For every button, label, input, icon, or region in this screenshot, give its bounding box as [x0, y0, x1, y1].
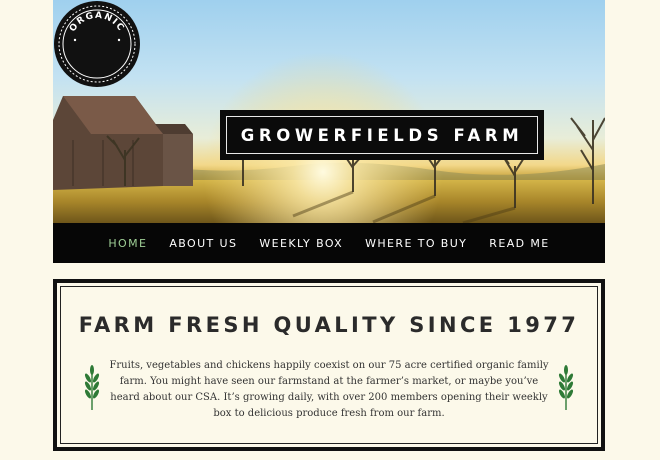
intro-section: FARM FRESH QUALITY SINCE 1977 Fruits, ve… [53, 279, 605, 451]
site-logo[interactable]: GROWERFIELDS FARM [220, 110, 544, 160]
nav-item-about-us[interactable]: ABOUT US [169, 237, 237, 250]
site-title: GROWERFIELDS FARM [240, 125, 524, 145]
page-headline: FARM FRESH QUALITY SINCE 1977 [78, 313, 580, 337]
nav-item-weekly-box[interactable]: WEEKLY BOX [259, 237, 343, 250]
wheat-icon [84, 365, 100, 410]
nav-item-home[interactable]: HOME [108, 237, 147, 250]
nav-item-where-to-buy[interactable]: WHERE TO BUY [365, 237, 467, 250]
intro-frame: FARM FRESH QUALITY SINCE 1977 Fruits, ve… [60, 286, 598, 444]
wheat-icon [558, 365, 574, 410]
organic-badge-icon: ORGANIC [54, 1, 140, 87]
hero-banner: ORGANIC GROWERFIELDS FARM [53, 0, 605, 223]
main-nav: HOME ABOUT US WEEKLY BOX WHERE TO BUY RE… [53, 223, 605, 263]
intro-paragraph: Fruits, vegetables and chickens happily … [109, 360, 549, 419]
nav-item-read-me[interactable]: READ ME [489, 237, 549, 250]
